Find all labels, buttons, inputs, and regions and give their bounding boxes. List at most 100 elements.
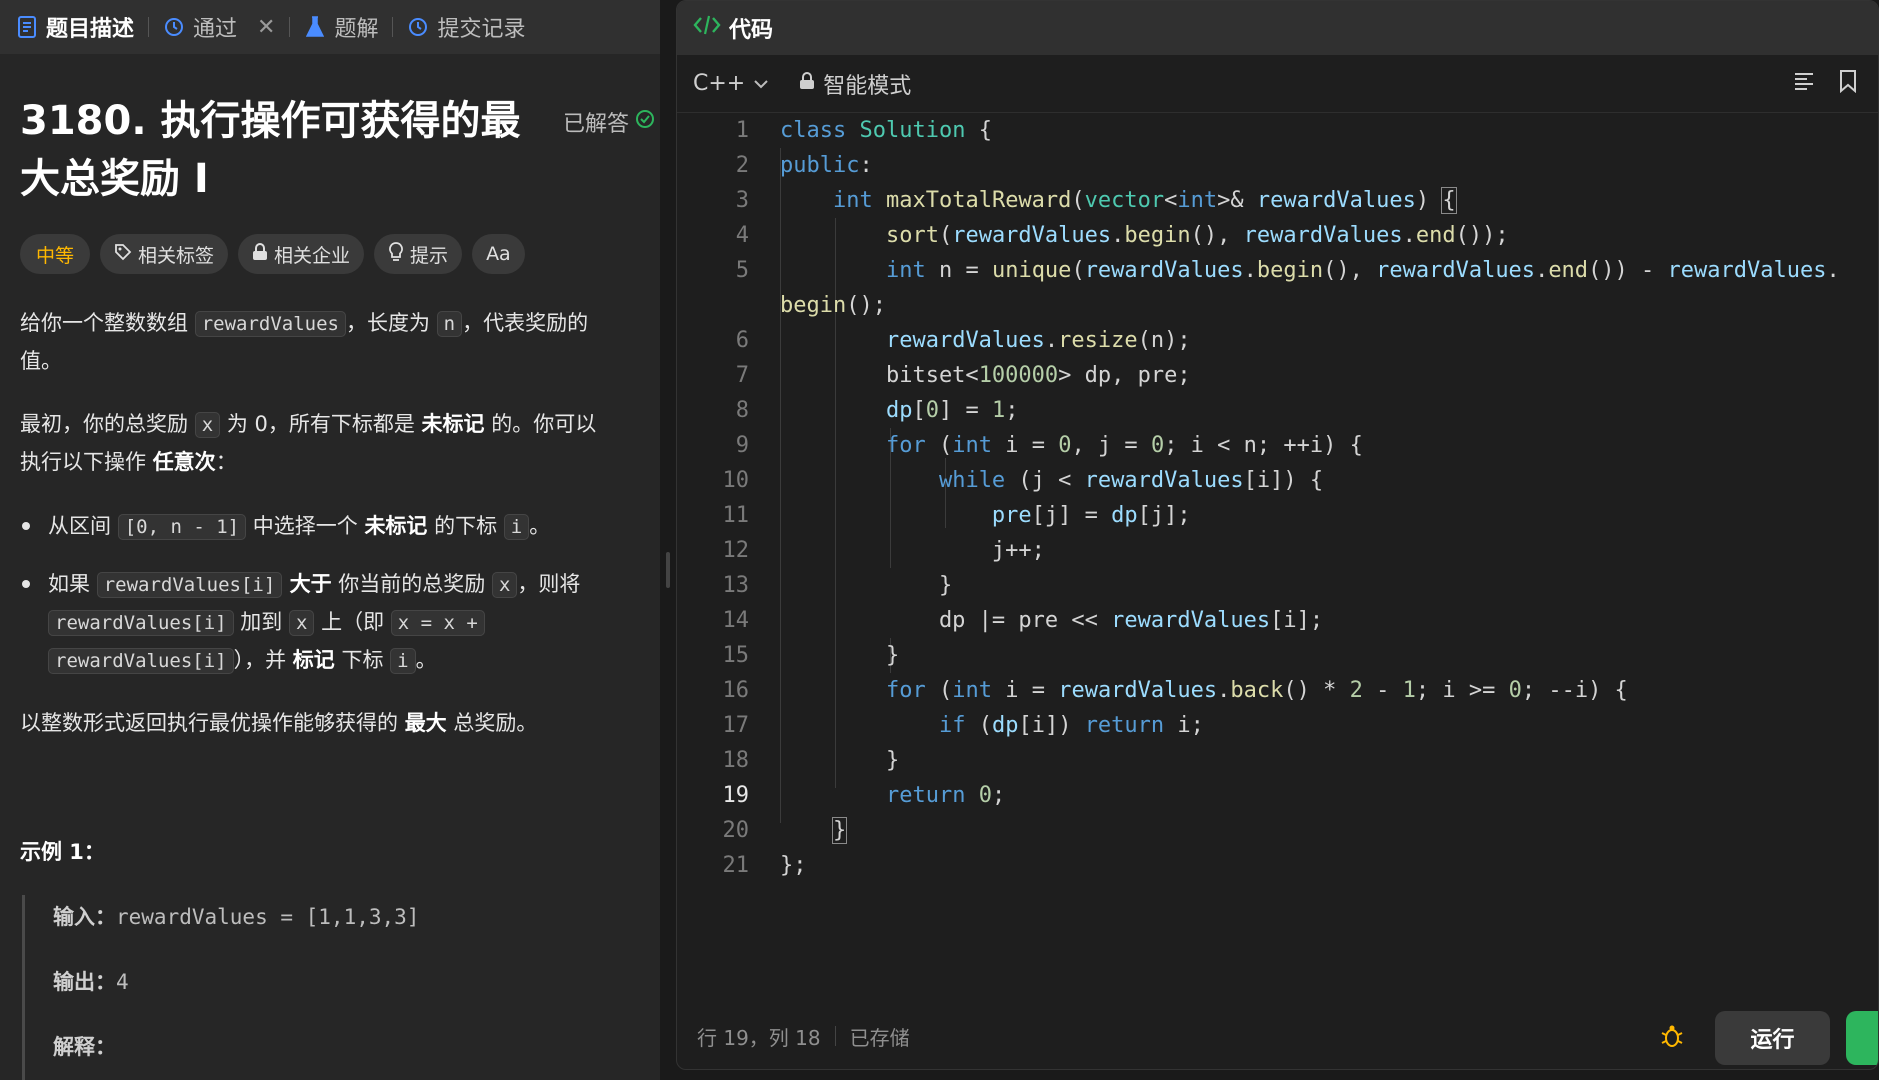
hint-button[interactable]: 提示 [374, 234, 463, 274]
status-divider [834, 1026, 836, 1046]
code-panel: 代码 C++ 智能模式 1 class Solution { 2 public: 3… [676, 0, 1879, 1070]
code-line: 4 sort(rewardValues.begin(), rewardValue… [677, 218, 1878, 253]
description-paragraph: 最初，你的总奖励 x 为 0，所有下标都是 未标记 的。你可以 执行以下操作 任意… [20, 406, 660, 481]
run-label: 运行 [1750, 1028, 1795, 1053]
code-panel-header: 代码 [677, 1, 1878, 55]
tab-divider [289, 17, 291, 37]
debug-icon[interactable] [1659, 1023, 1685, 1054]
problem-title: 3180. 执行操作可获得的最 大总奖励 I [20, 92, 540, 208]
inline-code: n [436, 311, 463, 337]
example-output-value: 4 [116, 970, 129, 994]
close-icon[interactable]: ✕ [257, 15, 275, 40]
bold-text: 大于 [282, 572, 332, 596]
example-explanation: 解释： [53, 1031, 116, 1061]
resize-grip[interactable] [666, 552, 670, 588]
code-text: j++; [780, 538, 1045, 563]
code-text: while (j < rewardValues[i]) { [938, 468, 1324, 493]
example-output-label: 输出： [53, 970, 116, 994]
code-line: 21}; [677, 848, 1878, 883]
example-explain-label: 解释： [53, 1035, 116, 1059]
code-text: for (int i = rewardValues.back() * 2 - 1… [885, 678, 1628, 703]
text: 。 [529, 514, 551, 538]
code-line: 15 } [677, 638, 1878, 673]
inline-code: x [194, 412, 221, 438]
bold-text: 标记 [292, 648, 335, 672]
text: 上（即 [314, 610, 391, 634]
font-size-button[interactable]: Aa [472, 234, 525, 274]
hint-label: 提示 [410, 244, 449, 267]
panel-resizer[interactable] [660, 0, 676, 1080]
text: 如果 [48, 572, 97, 596]
solved-status: 已解答 [563, 106, 655, 138]
problem-panel: 题目描述 通过 ✕ 题解 提交记录 3180. 执行操作可获得的最 大总奖励 I [0, 0, 660, 1080]
smart-mode-toggle[interactable]: 智能模式 [799, 68, 911, 100]
code-editor[interactable]: 1 class Solution { 2 public: 3 int maxTota… [677, 113, 1878, 993]
list-item: 从区间 [0, n - 1] 中选择一个 未标记 的下标 i。 [48, 508, 658, 546]
tab-accepted[interactable]: 通过 ✕ [163, 0, 275, 54]
difficulty-badge: 中等 [20, 234, 91, 274]
line-number: 5 [735, 258, 749, 283]
tab-solutions[interactable]: 题解 [304, 0, 378, 54]
tab-submissions[interactable]: 提交记录 [407, 0, 526, 54]
related-companies-button[interactable]: 相关企业 [238, 234, 365, 274]
lock-icon [252, 242, 268, 266]
code-text: begin(); [780, 293, 886, 318]
smart-mode-label: 智能模式 [823, 73, 912, 99]
tag-icon [114, 243, 132, 266]
code-text: dp |= pre << rewardValues[i]; [780, 608, 1324, 633]
code-line: 14 dp |= pre << rewardValues[i]; [677, 603, 1878, 638]
line-number: 8 [735, 398, 749, 423]
code-line: 6 rewardValues.resize(n); [677, 323, 1878, 358]
run-button[interactable]: 运行 [1715, 1011, 1830, 1065]
problem-tab-bar: 题目描述 通过 ✕ 题解 提交记录 [0, 0, 660, 54]
example-input-label: 输入： [53, 905, 116, 929]
text: 给你一个整数数组 [20, 311, 195, 335]
bookmark-icon[interactable] [1838, 69, 1858, 99]
font-size-icon: Aa [486, 243, 511, 265]
code-line: 18 } [677, 743, 1878, 778]
code-text: if (dp[i]) return i; [938, 713, 1204, 738]
tab-submissions-label: 提交记录 [437, 17, 526, 42]
lightbulb-icon [388, 241, 404, 267]
line-number: 21 [722, 853, 750, 878]
code-text: } [780, 748, 900, 773]
line-number: 10 [722, 468, 750, 493]
text: 加到 [233, 610, 289, 634]
line-number: 14 [722, 608, 750, 633]
language-select[interactable]: C++ [693, 71, 769, 96]
text: 执行以下操作 [20, 450, 153, 474]
bold-text: 任意次 [152, 450, 216, 474]
code-text: public: [780, 153, 873, 178]
code-line: begin(); [677, 288, 1878, 323]
editor-toolbar: C++ 智能模式 [677, 55, 1878, 113]
tab-description[interactable]: 题目描述 [16, 0, 134, 54]
code-line: 12 j++; [677, 533, 1878, 568]
text: 从区间 [48, 514, 118, 538]
line-number: 4 [735, 223, 749, 248]
example-input-value: rewardValues = [1,1,3,3] [116, 905, 420, 929]
tab-description-label: 题目描述 [46, 17, 135, 42]
list-item: 如果 rewardValues[i] 大于 你当前的总奖励 x ，则将 reward… [48, 566, 658, 680]
inline-code: x [491, 572, 518, 598]
example-quote-bar [22, 895, 25, 1080]
code-text: } [831, 817, 848, 844]
submit-button[interactable] [1846, 1011, 1878, 1065]
bold-text: 未标记 [364, 514, 428, 538]
line-number: 9 [735, 433, 749, 458]
language-label: C++ [693, 71, 746, 96]
description-paragraph: 给你一个整数数组 rewardValues ，长度为 n ，代表奖励的 值。 [20, 305, 660, 380]
text: 的下标 [427, 514, 504, 538]
text: 以整数形式返回执行最优操作能够获得的 [20, 711, 405, 735]
code-text: bitset<100000> dp, pre; [780, 363, 1191, 388]
related-companies-label: 相关企业 [274, 244, 351, 267]
code-line: 11 pre[j] = dp[j]; [677, 498, 1878, 533]
history-icon [407, 16, 429, 38]
bullet-dot [22, 580, 30, 588]
code-text: dp[0] = 1; [885, 398, 1019, 423]
code-line: 20 } [677, 813, 1878, 848]
text: ，则将 [517, 572, 581, 596]
bold-text: 最大 [404, 711, 447, 735]
related-tags-button[interactable]: 相关标签 [100, 234, 229, 274]
code-text: for (int i = 0, j = 0; i < n; ++i) { [885, 433, 1363, 458]
format-icon[interactable] [1792, 69, 1816, 99]
